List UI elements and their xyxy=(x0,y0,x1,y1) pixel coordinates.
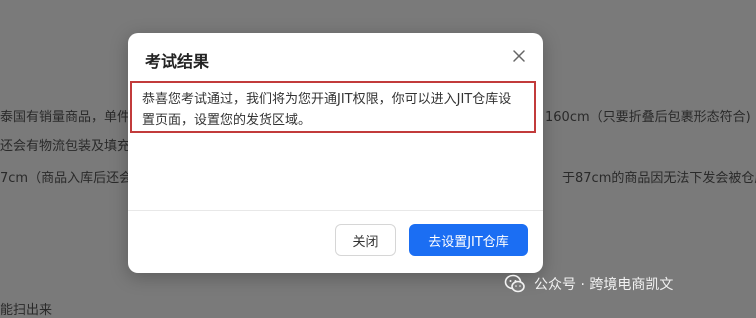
background-text-line: 泰国有销量商品，单件 xyxy=(0,110,131,125)
result-dialog: 考试结果 恭喜您考试通过，我们将为您开通JIT权限，你可以进入JIT仓库设置页面… xyxy=(128,33,543,273)
watermark-text: 公众号 · 跨境电商凯文 xyxy=(534,277,674,293)
close-button[interactable]: 关闭 xyxy=(335,224,396,256)
dialog-message: 恭喜您考试通过，我们将为您开通JIT权限，你可以进入JIT仓库设置页面，设置您的… xyxy=(142,92,512,128)
close-icon[interactable] xyxy=(509,46,529,66)
watermark: 公众号 · 跨境电商凯文 xyxy=(504,273,673,295)
dialog-title: 考试结果 xyxy=(145,52,210,71)
go-setup-jit-warehouse-button[interactable]: 去设置JIT仓库 xyxy=(409,224,528,256)
background-text-line: 能扫出来 xyxy=(0,303,53,318)
footer-divider xyxy=(128,210,543,211)
background-text-line: 7cm（商品入库后还会 xyxy=(0,171,133,186)
background-text-line: 160cm（只要折叠后包裹形态符合) xyxy=(545,110,751,125)
wechat-icon xyxy=(504,273,526,295)
background-text-line: 于87cm的商品因无法下发会被仓库 xyxy=(562,171,756,186)
message-highlight-box: 恭喜您考试通过，我们将为您开通JIT权限，你可以进入JIT仓库设置页面，设置您的… xyxy=(130,81,536,133)
background-text-line: 还会有物流包装及填充 xyxy=(0,139,131,154)
